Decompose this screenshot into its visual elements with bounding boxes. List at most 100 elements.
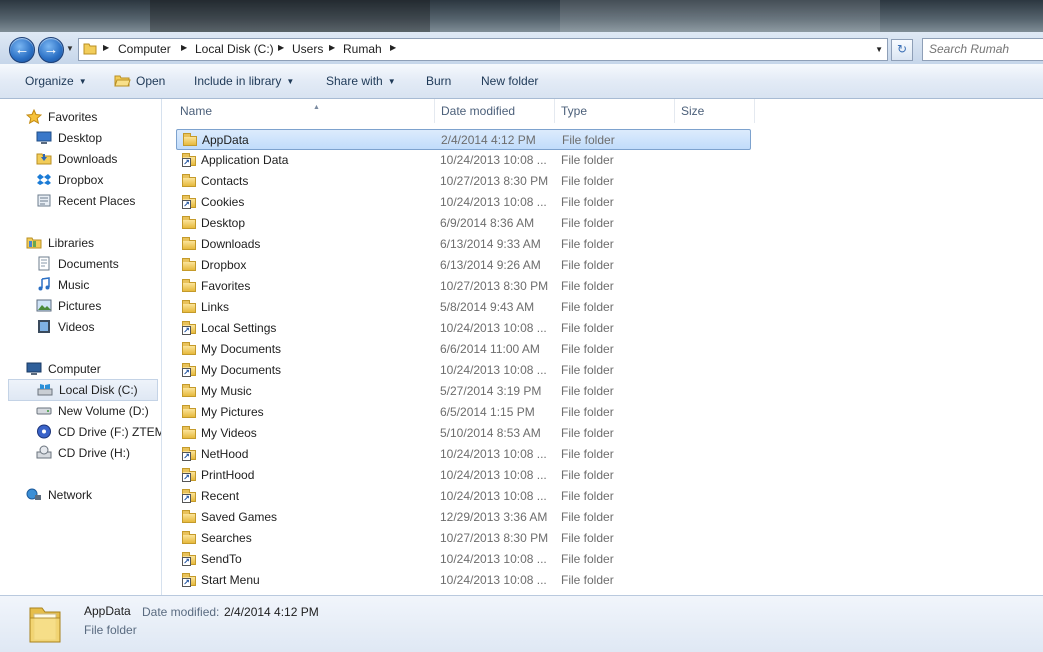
recent-pages-dropdown[interactable]: ▼: [66, 44, 74, 53]
back-button[interactable]: ←: [9, 37, 35, 63]
refresh-button[interactable]: ↻: [891, 39, 913, 61]
folder-icon: [182, 426, 196, 440]
breadcrumb-separator[interactable]: ▶: [103, 43, 109, 52]
nav-desktop[interactable]: Desktop: [36, 128, 156, 148]
share-with-button[interactable]: Share with ▼: [326, 74, 396, 88]
navigation-pane[interactable]: Favorites Desktop Downloads Dropbox Rece…: [0, 99, 162, 595]
file-row[interactable]: ↗ My Documents 10/24/2013 10:08 ... File fo…: [176, 360, 751, 381]
file-date-modified: 5/27/2014 3:19 PM: [440, 384, 542, 398]
file-row[interactable]: Downloads 6/13/2014 9:33 AM File folder: [176, 234, 751, 255]
file-type: File folder: [561, 447, 614, 461]
file-type: File folder: [561, 237, 614, 251]
nav-music[interactable]: Music: [36, 275, 156, 295]
breadcrumb-separator[interactable]: ▶: [390, 43, 396, 52]
file-type: File folder: [561, 153, 614, 167]
file-row[interactable]: AppData 2/4/2014 4:12 PM File folder: [176, 129, 751, 150]
file-row[interactable]: ↗ Start Menu 10/24/2013 10:08 ... File fold…: [176, 570, 751, 591]
nav-libraries[interactable]: Libraries: [26, 233, 156, 253]
file-row[interactable]: Contacts 10/27/2013 8:30 PM File folder: [176, 171, 751, 192]
file-date-modified: 10/24/2013 10:08 ...: [440, 153, 547, 167]
forward-button[interactable]: →: [38, 37, 64, 63]
column-header-name[interactable]: ▲ Name: [174, 99, 435, 123]
file-row[interactable]: ↗ Cookies 10/24/2013 10:08 ... File folder: [176, 192, 751, 213]
open-button[interactable]: Open: [136, 74, 165, 88]
file-type: File folder: [561, 195, 614, 209]
file-row[interactable]: My Pictures 6/5/2014 1:15 PM File folder: [176, 402, 751, 423]
file-row[interactable]: Favorites 10/27/2013 8:30 PM File folder: [176, 276, 751, 297]
file-row[interactable]: ↗ PrintHood 10/24/2013 10:08 ... File folde…: [176, 465, 751, 486]
nav-downloads[interactable]: Downloads: [36, 149, 156, 169]
nav-cd-drive-f[interactable]: CD Drive (F:) ZTEMODEM: [36, 422, 161, 442]
new-folder-button[interactable]: New folder: [481, 74, 538, 88]
file-row[interactable]: ↗ Local Settings 10/24/2013 10:08 ... File …: [176, 318, 751, 339]
breadcrumb-separator[interactable]: ▶: [329, 43, 335, 52]
file-date-modified: 10/27/2013 8:30 PM: [440, 531, 549, 545]
nav-dropbox-label: Dropbox: [58, 173, 104, 187]
file-name: My Documents: [201, 363, 282, 377]
column-header-size[interactable]: Size: [675, 99, 755, 123]
nav-computer[interactable]: Computer: [26, 359, 156, 379]
file-type: File folder: [561, 363, 614, 377]
file-row[interactable]: Links 5/8/2014 9:43 AM File folder: [176, 297, 751, 318]
burn-button[interactable]: Burn: [426, 74, 451, 88]
nav-recent-places[interactable]: Recent Places: [36, 191, 156, 211]
nav-favorites[interactable]: Favorites: [26, 107, 156, 127]
nav-pictures[interactable]: Pictures: [36, 296, 156, 316]
folder-icon: [182, 258, 196, 272]
details-pane: AppData Date modified: 2/4/2014 4:12 PM …: [0, 595, 1043, 652]
file-row[interactable]: Saved Games 12/29/2013 3:36 AM File folder: [176, 507, 751, 528]
folder-icon: [83, 43, 97, 55]
folder-icon: [182, 384, 196, 398]
network-icon: [26, 488, 41, 500]
recent-places-icon: [37, 194, 51, 207]
file-row[interactable]: ↗ NetHood 10/24/2013 10:08 ... File folder: [176, 444, 751, 465]
shortcut-icon: ↗: [182, 363, 196, 377]
nav-network[interactable]: Network: [26, 485, 156, 505]
file-type: File folder: [561, 573, 614, 587]
column-header-type[interactable]: Type: [555, 99, 675, 123]
file-row[interactable]: My Music 5/27/2014 3:19 PM File folder: [176, 381, 751, 402]
shortcut-icon: ↗: [182, 321, 196, 335]
file-row[interactable]: ↗ SendTo 10/24/2013 10:08 ... File folder: [176, 549, 751, 570]
nav-documents[interactable]: Documents: [36, 254, 156, 274]
shortcut-icon: ↗: [182, 153, 196, 167]
breadcrumb-rumah[interactable]: Rumah: [343, 42, 382, 56]
file-row[interactable]: ↗ Recent 10/24/2013 10:08 ... File folder: [176, 486, 751, 507]
file-name: Desktop: [201, 216, 246, 230]
nav-network-label: Network: [48, 488, 93, 502]
file-row[interactable]: Searches 10/27/2013 8:30 PM File folder: [176, 528, 751, 549]
cd-drive-icon: [36, 445, 52, 459]
details-name: AppData: [84, 604, 131, 618]
search-box[interactable]: [922, 38, 1043, 61]
nav-dropbox[interactable]: Dropbox: [36, 170, 156, 190]
file-type: File folder: [561, 552, 614, 566]
file-date-modified: 10/24/2013 10:08 ...: [440, 321, 547, 335]
file-row[interactable]: Desktop 6/9/2014 8:36 AM File folder: [176, 213, 751, 234]
nav-music-label: Music: [58, 278, 90, 292]
nav-cd-drive-h[interactable]: CD Drive (H:): [36, 443, 156, 463]
include-in-library-button[interactable]: Include in library ▼: [194, 74, 294, 88]
breadcrumb-local-disk[interactable]: Local Disk (C:): [195, 42, 274, 56]
breadcrumb-users[interactable]: Users: [292, 42, 323, 56]
file-row[interactable]: My Videos 5/10/2014 8:53 AM File folder: [176, 423, 751, 444]
breadcrumb-computer[interactable]: Computer: [118, 42, 171, 56]
file-row[interactable]: My Documents 6/6/2014 11:00 AM File folder: [176, 339, 751, 360]
nav-computer-label: Computer: [48, 362, 101, 376]
address-history-dropdown[interactable]: ▼: [875, 45, 883, 54]
nav-new-volume-d[interactable]: New Volume (D:): [36, 401, 156, 421]
search-input[interactable]: [929, 42, 1039, 56]
column-header-date-modified[interactable]: Date modified: [435, 99, 555, 123]
file-row[interactable]: ↗ Application Data 10/24/2013 10:08 ... Fil…: [176, 150, 751, 171]
breadcrumb-separator[interactable]: ▶: [278, 43, 284, 52]
file-type: File folder: [561, 216, 614, 230]
file-row[interactable]: Dropbox 6/13/2014 9:26 AM File folder: [176, 255, 751, 276]
local-disk-icon: [37, 384, 53, 396]
nav-videos[interactable]: Videos: [36, 317, 156, 337]
chevron-down-icon: ▼: [387, 77, 396, 86]
organize-button[interactable]: Organize ▼: [25, 74, 87, 88]
breadcrumb-separator[interactable]: ▶: [181, 43, 187, 52]
nav-local-disk-c[interactable]: Local Disk (C:): [8, 379, 158, 401]
sort-ascending-icon: ▲: [313, 104, 320, 111]
address-bar[interactable]: ▶ Computer ▶ Local Disk (C:) ▶ Users ▶ R…: [78, 38, 888, 61]
file-name: Favorites: [201, 279, 251, 293]
